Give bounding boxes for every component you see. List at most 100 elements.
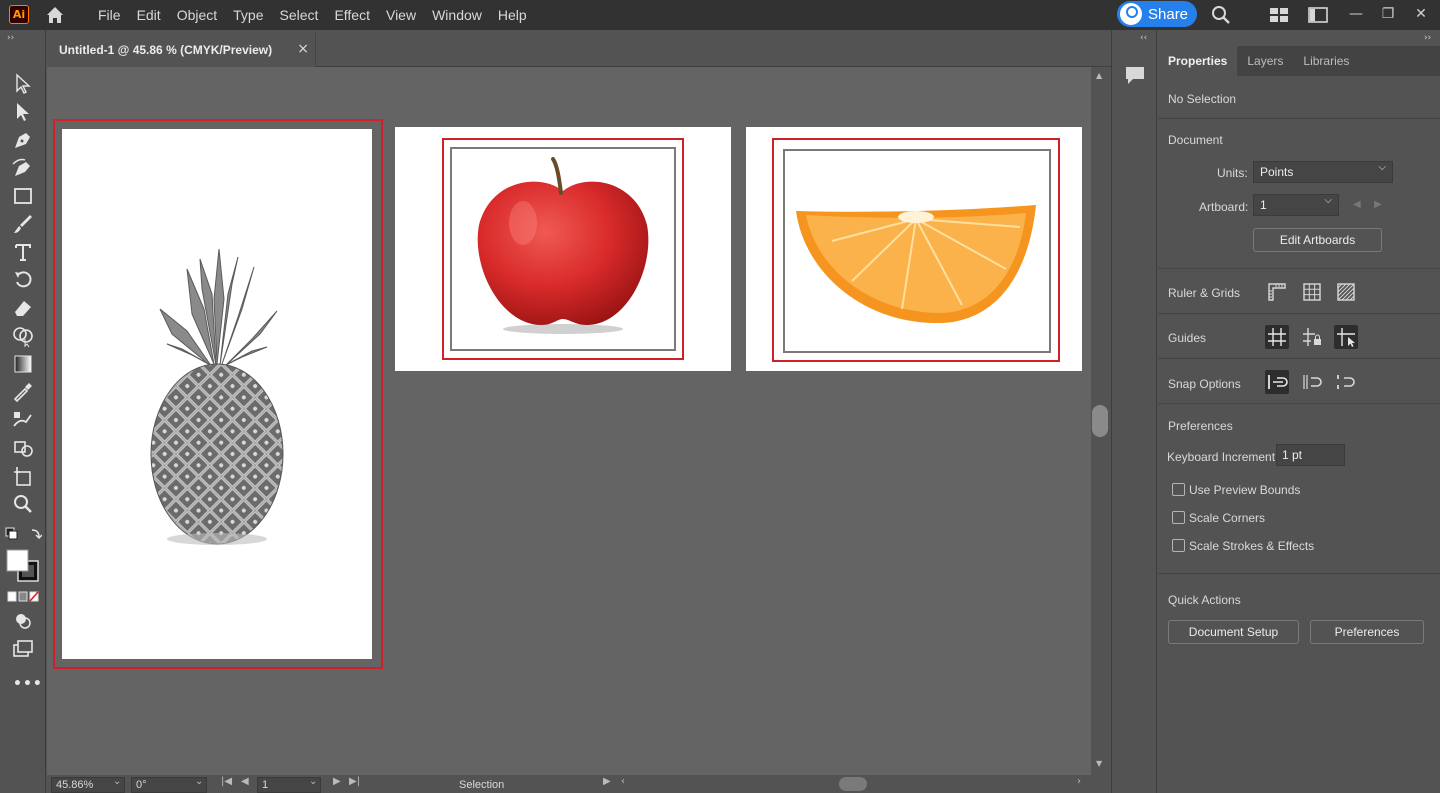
arrange-documents-icon[interactable]	[1268, 4, 1290, 26]
tab-properties[interactable]: Properties	[1158, 46, 1238, 76]
previous-artboard-icon[interactable]: ◀	[241, 776, 249, 787]
edit-artboards-button[interactable]: Edit Artboards	[1253, 228, 1382, 252]
paintbrush-tool-icon[interactable]	[11, 212, 35, 236]
next-artboard-arrow-icon[interactable]: ▶	[1374, 199, 1382, 210]
ruler-icon[interactable]	[1265, 280, 1289, 304]
screen-mode-icon[interactable]	[11, 637, 35, 661]
menu-select[interactable]: Select	[272, 0, 327, 30]
artboard-tool-icon[interactable]	[11, 464, 35, 488]
document-tab[interactable]: Untitled-1 @ 45.86 % (CMYK/Preview) ×	[47, 33, 316, 67]
user-icon	[1120, 3, 1142, 25]
fill-stroke-swatch[interactable]	[5, 548, 41, 584]
menu-view[interactable]: View	[378, 0, 424, 30]
preferences-button[interactable]: Preferences	[1310, 620, 1424, 644]
scroll-down-icon[interactable]: ▼	[1096, 759, 1102, 768]
rectangle-tool-icon[interactable]	[11, 184, 35, 208]
menu-window[interactable]: Window	[424, 0, 490, 30]
artboard-1[interactable]	[62, 129, 372, 659]
close-tab-icon[interactable]: ×	[297, 41, 309, 57]
shape-builder-tool-icon[interactable]	[11, 324, 35, 348]
scroll-left-icon[interactable]: ‹	[621, 776, 625, 787]
menu-type[interactable]: Type	[225, 0, 271, 30]
lock-guides-icon[interactable]	[1300, 325, 1324, 349]
close-window-button[interactable]: ✕	[1406, 0, 1436, 30]
horizontal-scroll-thumb[interactable]	[839, 777, 867, 791]
snap-to-point-icon[interactable]	[1265, 370, 1289, 394]
blend-tool-icon[interactable]	[11, 408, 35, 432]
eyedropper-tool-icon[interactable]	[11, 380, 35, 404]
last-artboard-icon[interactable]: ▶|	[349, 776, 360, 787]
type-tool-icon[interactable]	[11, 240, 35, 264]
menu-object[interactable]: Object	[169, 0, 225, 30]
search-icon[interactable]	[1210, 4, 1232, 26]
menu-edit[interactable]: Edit	[129, 0, 169, 30]
direct-selection-tool-icon[interactable]	[11, 100, 35, 124]
scale-corners-checkbox[interactable]	[1172, 511, 1185, 524]
panel-tabs: Properties Layers Libraries	[1158, 46, 1440, 76]
selection-state-label: No Selection	[1168, 92, 1237, 106]
menu-help[interactable]: Help	[490, 0, 535, 30]
show-guides-icon[interactable]	[1265, 325, 1289, 349]
menu-bar: Ai File Edit Object Type Select Effect V…	[0, 0, 1440, 30]
menu-file[interactable]: File	[90, 0, 129, 30]
document-tab-bar: Untitled-1 @ 45.86 % (CMYK/Preview) ×	[47, 30, 1111, 67]
artboard-3[interactable]	[746, 127, 1082, 371]
next-artboard-icon[interactable]: ▶	[333, 776, 341, 787]
tab-layers[interactable]: Layers	[1237, 46, 1293, 76]
snap-to-glyph-icon[interactable]	[1334, 370, 1358, 394]
gradient-tool-icon[interactable]	[11, 352, 35, 376]
zoom-dropdown-icon[interactable]: ⌄	[113, 776, 121, 787]
expand-panels-icon[interactable]: ‹‹	[1140, 33, 1147, 43]
workspace-switcher-icon[interactable]	[1307, 4, 1329, 26]
use-preview-bounds-checkbox[interactable]	[1172, 483, 1185, 496]
quick-actions-title: Quick Actions	[1168, 593, 1241, 607]
units-dropdown[interactable]: Points ⌵	[1253, 161, 1393, 183]
rotation-dropdown-icon[interactable]: ⌄	[195, 776, 203, 787]
rotate-tool-icon[interactable]	[11, 268, 35, 292]
scroll-right-icon[interactable]: ›	[1077, 776, 1081, 787]
edit-toolbar-icon[interactable]: •••	[13, 676, 43, 692]
default-colors-swap-icon[interactable]	[4, 526, 42, 544]
share-button[interactable]: Share	[1117, 1, 1197, 27]
keyboard-increment-input[interactable]: 1 pt	[1276, 444, 1345, 466]
symbol-sprayer-tool-icon[interactable]	[11, 436, 35, 460]
canvas[interactable]	[47, 67, 1091, 775]
comments-icon[interactable]	[1124, 64, 1146, 86]
collapse-panel-icon[interactable]: ››	[1424, 33, 1431, 43]
zoom-tool-icon[interactable]	[11, 492, 35, 516]
pen-tool-icon[interactable]	[11, 128, 35, 152]
vertical-scroll-thumb[interactable]	[1092, 405, 1108, 437]
restore-button[interactable]: ❐	[1373, 0, 1403, 30]
home-icon[interactable]	[44, 4, 66, 26]
snap-options-label: Snap Options	[1168, 377, 1241, 391]
minimize-button[interactable]: —	[1341, 0, 1371, 30]
transparency-grid-icon[interactable]	[1334, 280, 1358, 304]
snap-to-pixel-icon[interactable]	[1300, 370, 1324, 394]
selection-tool-icon[interactable]	[11, 72, 35, 96]
smart-guides-icon[interactable]	[1334, 325, 1358, 349]
color-mode-icons[interactable]	[7, 591, 39, 603]
artboard-dropdown-icon[interactable]: ⌄	[309, 776, 317, 787]
artboard-2[interactable]	[395, 127, 731, 371]
menu-effect[interactable]: Effect	[326, 0, 378, 30]
divider	[1158, 358, 1440, 359]
keyboard-increment-value: 1 pt	[1282, 448, 1303, 462]
rotation-value: 0°	[136, 779, 147, 791]
artboard-dropdown[interactable]: 1 ⌵	[1253, 194, 1339, 216]
eraser-tool-icon[interactable]	[11, 296, 35, 320]
vertical-scrollbar[interactable]: ▲ ▼	[1091, 67, 1111, 775]
keyboard-increment-label: Keyboard Increment:	[1167, 450, 1279, 464]
grid-icon[interactable]	[1300, 280, 1324, 304]
orange-slice-image	[796, 205, 1036, 324]
scale-strokes-effects-checkbox[interactable]	[1172, 539, 1185, 552]
status-menu-icon[interactable]: ▶	[603, 776, 611, 787]
previous-artboard-arrow-icon[interactable]: ◀	[1353, 199, 1361, 210]
collapse-toolbar-icon[interactable]: ››	[7, 33, 14, 43]
curvature-tool-icon[interactable]	[11, 156, 35, 180]
document-setup-button[interactable]: Document Setup	[1168, 620, 1299, 644]
tab-libraries[interactable]: Libraries	[1293, 46, 1359, 76]
draw-mode-icon[interactable]	[11, 609, 35, 633]
scroll-up-icon[interactable]: ▲	[1096, 71, 1102, 80]
first-artboard-icon[interactable]: |◀	[221, 776, 232, 787]
divider	[1158, 313, 1440, 314]
